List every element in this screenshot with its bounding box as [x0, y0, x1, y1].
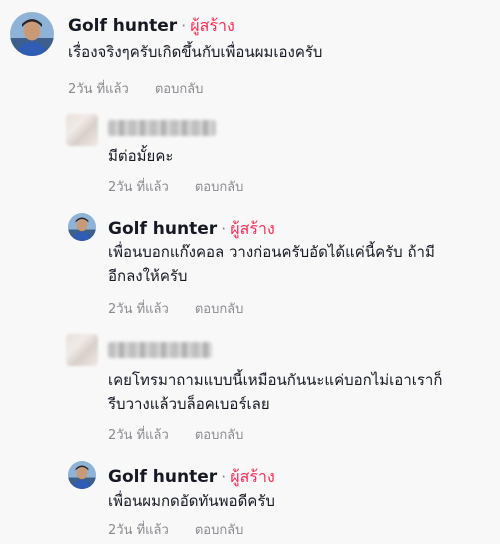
comment-item: Golf hunter · ผู้สร้าง เพื่อนบอกแก๊งคอล …	[0, 205, 500, 325]
separator-dot: ·	[181, 16, 187, 35]
comment-text-line: เคยโทรมาถามแบบนี้เหมือนกันนะแค่บอกไม่เอา…	[108, 371, 443, 389]
reply-button[interactable]: ตอบกลับ	[155, 78, 204, 99]
separator-dot: ·	[221, 467, 227, 486]
separator-dot: ·	[221, 219, 227, 238]
avatar[interactable]	[66, 334, 98, 366]
author-name-blurred[interactable]	[108, 120, 216, 136]
comment-text-line: มีต่อมั้ยคะ	[108, 147, 174, 165]
comment-timestamp: 2วัน ที่แล้ว	[68, 82, 129, 97]
avatar[interactable]	[68, 461, 96, 489]
creator-badge: ผู้สร้าง	[230, 219, 275, 238]
reply-button[interactable]: ตอบกลับ	[195, 298, 244, 319]
comment-text-line: รีบวางแล้วบล็อคเบอร์เลย	[108, 395, 270, 413]
comment-meta: 2วัน ที่แล้ว ตอบกลับ	[108, 424, 243, 445]
reply-button[interactable]: ตอบกลับ	[195, 176, 244, 197]
comment-text: เรื่องจริงๆครับเกิดขึ้นกับเพื่อนผมเองครั…	[68, 40, 322, 64]
comment-meta: 2วัน ที่แล้ว ตอบกลับ	[108, 298, 243, 319]
comment-timestamp: 2วัน ที่แล้ว	[108, 428, 169, 443]
comment-header: Golf hunter · ผู้สร้าง	[108, 465, 275, 490]
comment-timestamp: 2วัน ที่แล้ว	[108, 180, 169, 195]
avatar[interactable]	[10, 12, 54, 56]
avatar-image	[10, 12, 54, 56]
comment-text: เพื่อนผมกดอัดทันพอดีครับ	[108, 489, 275, 513]
comment-text-line: เพื่อนบอกแก๊งคอล วางก่อนครับอัดได้แค่นี้…	[108, 243, 435, 261]
author-name[interactable]: Golf hunter	[108, 467, 217, 487]
comment-timestamp: 2วัน ที่แล้ว	[108, 302, 169, 317]
author-name-blurred[interactable]	[108, 342, 212, 358]
comment-text-line: อีกลงให้ครับ	[108, 267, 188, 285]
creator-badge: ผู้สร้าง	[190, 16, 235, 35]
comment-meta: 2วัน ที่แล้ว ตอบกลับ	[68, 78, 203, 99]
comment-text-line: เรื่องจริงๆครับเกิดขึ้นกับเพื่อนผมเองครั…	[68, 43, 323, 61]
avatar-image	[68, 461, 96, 489]
comment-item: มีต่อมั้ยคะ 2วัน ที่แล้ว ตอบกลับ	[0, 110, 500, 202]
avatar[interactable]	[68, 213, 96, 241]
comment-header: Golf hunter · ผู้สร้าง	[68, 14, 235, 39]
comment-meta: 2วัน ที่แล้ว ตอบกลับ	[108, 519, 243, 540]
creator-badge: ผู้สร้าง	[230, 467, 275, 486]
reply-button[interactable]: ตอบกลับ	[195, 519, 244, 540]
avatar-image	[68, 213, 96, 241]
comment-header: Golf hunter · ผู้สร้าง	[108, 217, 275, 242]
comment-item: Golf hunter · ผู้สร้าง เรื่องจริงๆครับเก…	[0, 0, 500, 110]
comment-text: มีต่อมั้ยคะ	[108, 144, 173, 168]
comment-timestamp: 2วัน ที่แล้ว	[108, 523, 169, 538]
author-name[interactable]: Golf hunter	[68, 16, 177, 36]
comment-text: เพื่อนบอกแก๊งคอล วางก่อนครับอัดได้แค่นี้…	[108, 240, 435, 288]
avatar[interactable]	[66, 114, 98, 146]
comment-text-line: เพื่อนผมกดอัดทันพอดีครับ	[108, 492, 275, 510]
author-name[interactable]: Golf hunter	[108, 219, 217, 239]
comment-text: เคยโทรมาถามแบบนี้เหมือนกันนะแค่บอกไม่เอา…	[108, 368, 442, 416]
comment-item: Golf hunter · ผู้สร้าง เพื่อนผมกดอัดทันพ…	[0, 455, 500, 544]
comment-item: เคยโทรมาถามแบบนี้เหมือนกันนะแค่บอกไม่เอา…	[0, 330, 500, 450]
reply-button[interactable]: ตอบกลับ	[195, 424, 244, 445]
comment-meta: 2วัน ที่แล้ว ตอบกลับ	[108, 176, 243, 197]
